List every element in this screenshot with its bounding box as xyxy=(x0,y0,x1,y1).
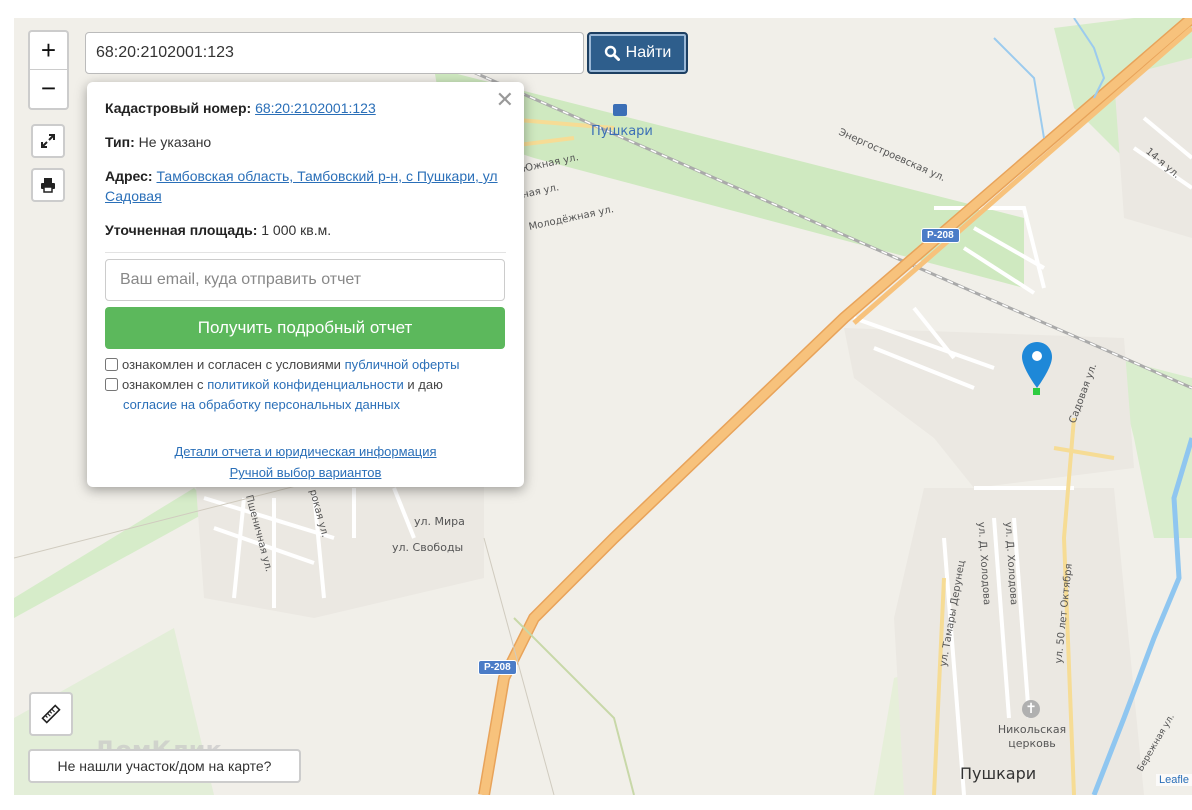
zoom-control: + − xyxy=(28,30,69,110)
offer-link[interactable]: публичной оферты xyxy=(345,357,460,372)
print-button[interactable] xyxy=(31,168,65,202)
manual-selection-link[interactable]: Ручной выбор вариантов xyxy=(230,462,382,483)
road-shield-r208: Р-208 xyxy=(478,660,517,675)
search-button[interactable]: Найти xyxy=(587,32,688,74)
divider xyxy=(105,252,506,253)
area-label: Уточненная площадь: xyxy=(105,222,258,238)
search-icon xyxy=(604,45,620,61)
fullscreen-icon xyxy=(41,134,55,148)
ruler-button[interactable] xyxy=(29,692,73,736)
details-link[interactable]: Детали отчета и юридическая информация xyxy=(174,441,436,462)
address-link[interactable]: Тамбовская область, Тамбовский р-н, с Пу… xyxy=(105,168,498,204)
offer-text: ознакомлен и согласен с условиями xyxy=(122,357,341,372)
address-label: Адрес: xyxy=(105,168,153,184)
privacy-text: ознакомлен с xyxy=(122,377,204,392)
address-row: Адрес: Тамбовская область, Тамбовский р-… xyxy=(105,166,506,206)
print-icon xyxy=(41,178,55,193)
type-row: Тип: Не указано xyxy=(105,132,506,152)
zoom-in-button[interactable]: + xyxy=(30,32,67,69)
cadastral-link[interactable]: 68:20:2102001:123 xyxy=(255,100,376,116)
area-row: Уточненная площадь: 1 000 кв.м. xyxy=(105,220,506,240)
close-icon[interactable]: ✕ xyxy=(496,88,514,113)
zoom-out-button[interactable]: − xyxy=(30,69,67,107)
not-found-button[interactable]: Не нашли участок/дом на карте? xyxy=(28,749,301,783)
email-field[interactable] xyxy=(105,259,505,301)
type-label: Тип: xyxy=(105,134,135,150)
fullscreen-button[interactable] xyxy=(31,124,65,158)
privacy-checkbox-row: ознакомлен с политикой конфиденциальност… xyxy=(105,375,506,415)
type-value: Не указано xyxy=(138,134,212,150)
map-label-church: Никольская церковь xyxy=(997,723,1067,750)
search-input[interactable] xyxy=(85,32,584,74)
privacy-link[interactable]: политикой конфиденциальности xyxy=(207,377,404,392)
church-icon: ✝ xyxy=(1022,700,1040,718)
map-pin-icon[interactable] xyxy=(1020,340,1054,396)
attribution-link[interactable]: Leafle xyxy=(1156,774,1192,786)
map-label-village: Пушкари xyxy=(960,764,1037,783)
privacy-and-text: и даю xyxy=(407,377,443,392)
ruler-icon xyxy=(41,704,61,724)
offer-checkbox[interactable] xyxy=(105,358,118,371)
search-button-label: Найти xyxy=(625,44,672,61)
map-label-pushkari-station: Пушкари xyxy=(591,124,653,139)
parcel-popup: ✕ Кадастровый номер: 68:20:2102001:123 Т… xyxy=(87,82,524,487)
area-value: 1 000 кв.м. xyxy=(261,222,332,238)
cadastral-label: Кадастровый номер: xyxy=(105,100,252,116)
consent-link[interactable]: согласие на обработку персональных данны… xyxy=(123,397,400,412)
offer-checkbox-row: ознакомлен и согласен с условиями публич… xyxy=(105,355,506,375)
train-station-icon xyxy=(613,104,627,116)
privacy-checkbox[interactable] xyxy=(105,378,118,391)
popup-footer-links: Детали отчета и юридическая информация Р… xyxy=(105,441,506,483)
get-report-button[interactable]: Получить подробный отчет xyxy=(105,307,505,349)
map-label-mira: ул. Мира xyxy=(414,515,465,528)
road-shield-r208: Р-208 xyxy=(921,228,960,243)
map-label-svobody: ул. Свободы xyxy=(392,541,464,554)
cadastral-row: Кадастровый номер: 68:20:2102001:123 xyxy=(105,98,506,118)
